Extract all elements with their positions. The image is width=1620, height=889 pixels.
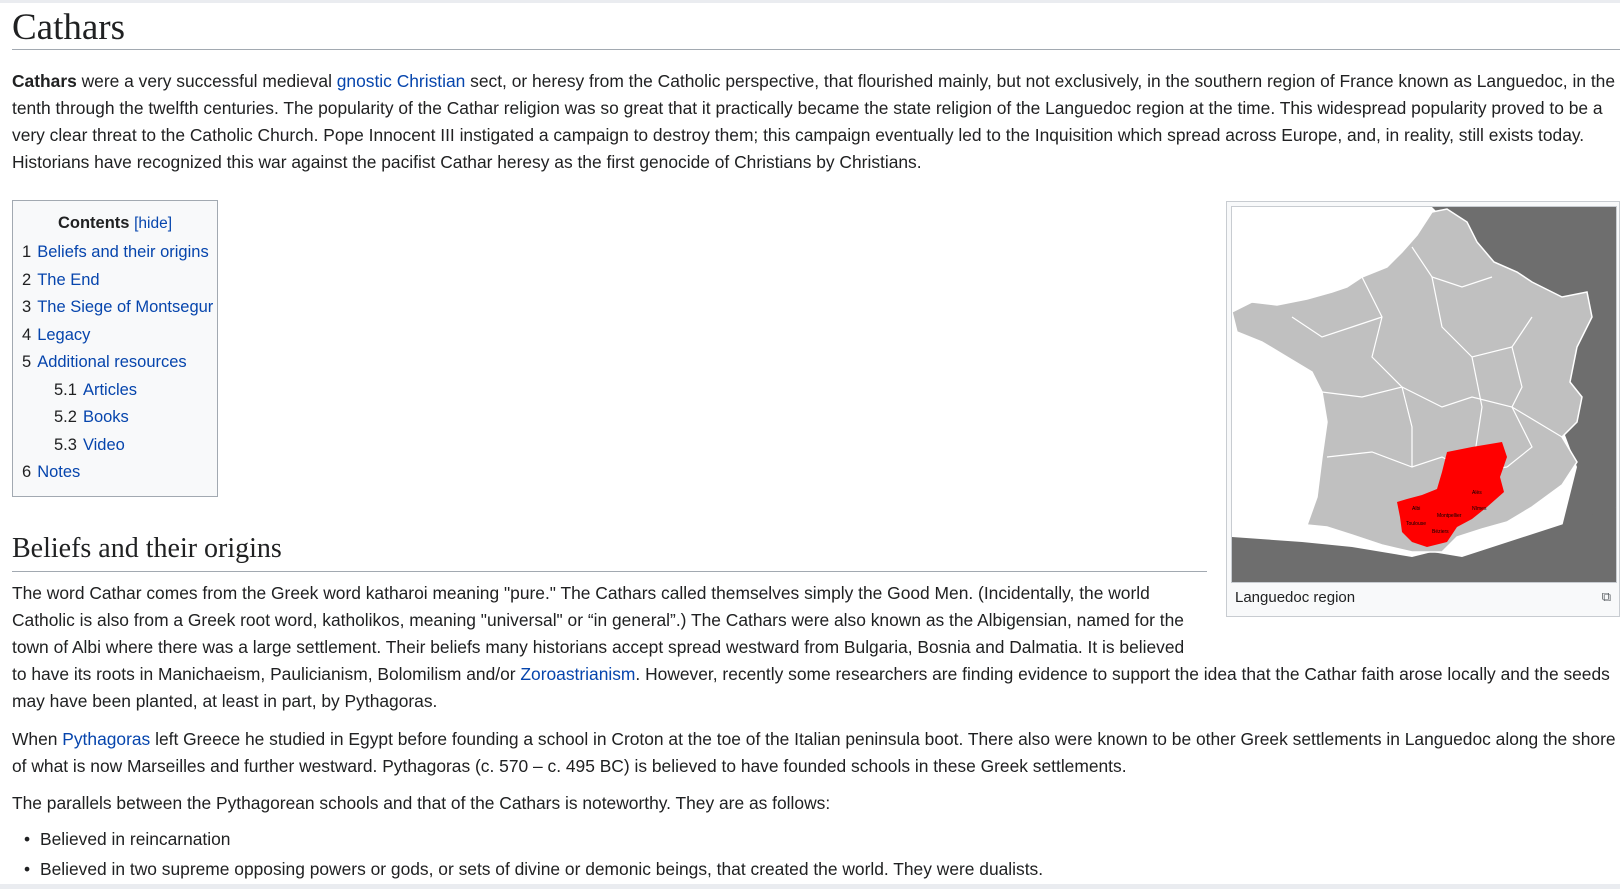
toc-item-siege[interactable]: 3 The Siege of Montsegur xyxy=(22,294,217,322)
list-item: Believed in two supreme opposing powers … xyxy=(24,854,1043,884)
page-title: Cathars xyxy=(12,7,126,48)
bottom-border xyxy=(0,884,1620,889)
beliefs-paragraph-2: When Pythagoras left Greece he studied i… xyxy=(12,726,1617,780)
top-border xyxy=(0,0,1620,3)
paragraph-text: When xyxy=(12,729,63,749)
toc-number: 5.1 xyxy=(54,380,77,399)
toc-number: 4 xyxy=(22,325,32,344)
toc-label: The End xyxy=(37,270,100,289)
enlarge-icon[interactable]: ⧉ xyxy=(1602,589,1611,605)
languedoc-map-image[interactable]: Alès Nîmes Montpellier Albi Toulouse Béz… xyxy=(1231,206,1617,583)
svg-text:Albi: Albi xyxy=(1412,506,1420,512)
toc-number: 6 xyxy=(22,463,32,481)
intro-paragraph: Cathars were a very successful medieval … xyxy=(12,68,1617,176)
toc-label: Legacy xyxy=(37,325,91,344)
beliefs-paragraph-3: The parallels between the Pythagorean sc… xyxy=(12,793,831,813)
toc-number: 1 xyxy=(22,243,32,261)
toc-header: Contents [hide] xyxy=(13,212,217,235)
toc-list: 1 Beliefs and their origins 2 The End 3 The… xyxy=(13,239,217,487)
languedoc-map-figure: Alès Nîmes Montpellier Albi Toulouse Béz… xyxy=(1226,201,1620,617)
toc-item-beliefs[interactable]: 1 Beliefs and their origins xyxy=(22,239,217,267)
toc-number: 2 xyxy=(22,270,32,289)
toc-label: Additional resources xyxy=(37,353,187,371)
toc-number: 3 xyxy=(22,298,32,316)
toc-item-the-end[interactable]: 2 The End xyxy=(22,267,217,295)
toc-item-additional-resources[interactable]: 5 Additional resources xyxy=(22,349,217,377)
toc-item-books[interactable]: 5.2 Books xyxy=(22,404,217,432)
toc-label: Articles xyxy=(82,380,138,399)
toc-item-articles[interactable]: 5.1 Articles xyxy=(22,377,217,405)
table-of-contents: Contents [hide] 1 Beliefs and their origi… xyxy=(12,200,218,497)
toc-hide-link[interactable]: hide xyxy=(138,215,167,232)
paragraph-text: . However, recently some researchers are… xyxy=(635,664,1610,684)
toc-item-notes[interactable]: 6 Notes xyxy=(22,459,217,487)
toc-label: Beliefs and their origins xyxy=(37,243,209,261)
section-heading-beliefs: Beliefs and their origins xyxy=(12,533,282,564)
toc-item-legacy[interactable]: 4 Legacy xyxy=(22,322,217,350)
paragraph-line: may have been planted, at least in part,… xyxy=(12,691,438,711)
paragraph-text: left Greece he studied in Egypt before f… xyxy=(12,729,1616,776)
toc-title: Contents xyxy=(57,214,130,232)
toc-bracket-close: ] xyxy=(167,215,173,232)
pythagoras-link[interactable]: Pythagoras xyxy=(62,729,150,749)
parallels-list: Believed in reincarnation Believed in tw… xyxy=(12,824,1043,884)
svg-text:Alès: Alès xyxy=(1472,490,1482,496)
section-divider xyxy=(12,571,1207,572)
paragraph-text: to have its roots in Manichaeism, Paulic… xyxy=(12,664,521,684)
toc-number: 5.3 xyxy=(54,435,77,454)
svg-text:Toulouse: Toulouse xyxy=(1406,521,1426,527)
toc-hide-bracket: [hide] xyxy=(134,215,172,232)
svg-text:Nîmes: Nîmes xyxy=(1472,506,1487,512)
figure-caption: Languedoc region xyxy=(1235,589,1356,606)
toc-number: 5.2 xyxy=(54,408,77,426)
toc-label: Video xyxy=(82,435,125,454)
france-map-icon: Alès Nîmes Montpellier Albi Toulouse Béz… xyxy=(1232,207,1616,582)
list-item: Believed in reincarnation xyxy=(24,824,1043,854)
toc-number: 5 xyxy=(22,353,32,371)
toc-label: Notes xyxy=(37,463,81,481)
toc-label: The Siege of Montsegur xyxy=(37,298,214,316)
gnostic-christian-link[interactable]: gnostic Christian xyxy=(337,71,466,91)
zoroastrianism-link[interactable]: Zoroastrianism xyxy=(520,664,635,684)
toc-label: Books xyxy=(82,408,129,426)
paragraph-line: to have its roots in Manichaeism, Paulic… xyxy=(12,661,1620,688)
paragraph-line: town of Albi where there was a large set… xyxy=(12,637,1185,657)
svg-text:Béziers: Béziers xyxy=(1432,529,1449,535)
intro-text-1: were a very successful medieval xyxy=(76,71,337,91)
title-divider xyxy=(12,49,1620,50)
intro-bold-term: Cathars xyxy=(12,71,77,91)
svg-text:Montpellier: Montpellier xyxy=(1437,513,1462,519)
toc-item-video[interactable]: 5.3 Video xyxy=(22,432,217,460)
